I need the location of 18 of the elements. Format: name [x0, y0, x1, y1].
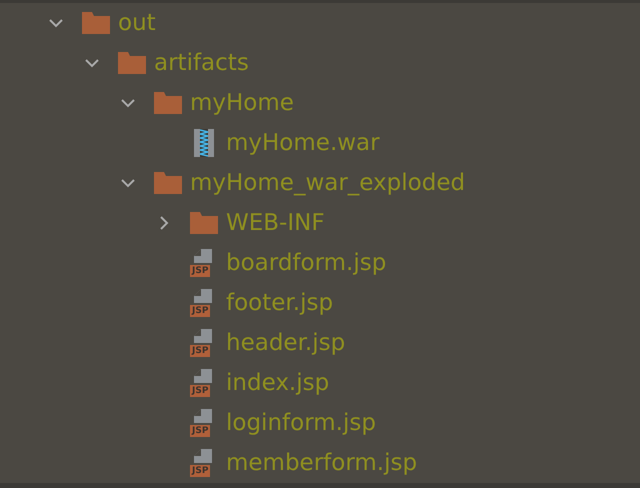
folder-name[interactable]: artifacts: [154, 50, 249, 76]
folder-name[interactable]: myHome: [190, 90, 294, 116]
folder-icon: [118, 52, 146, 74]
folder-icon: [82, 12, 110, 34]
file-name[interactable]: header.jsp: [226, 330, 346, 356]
folder-icon: [154, 172, 182, 194]
file-name[interactable]: memberform.jsp: [226, 450, 418, 476]
file-name[interactable]: footer.jsp: [226, 290, 334, 316]
file-name[interactable]: index.jsp: [226, 370, 330, 396]
file-name[interactable]: loginform.jsp: [226, 410, 376, 436]
file-name[interactable]: myHome.war: [226, 130, 380, 156]
file-name[interactable]: boardform.jsp: [226, 250, 386, 276]
folder-icon: [190, 212, 218, 234]
folder-icon: [154, 92, 182, 114]
folder-name[interactable]: myHome_war_exploded: [190, 170, 466, 196]
folder-name[interactable]: WEB-INF: [226, 210, 325, 236]
zip-file-icon: [194, 128, 214, 157]
folder-name[interactable]: out: [118, 10, 156, 36]
